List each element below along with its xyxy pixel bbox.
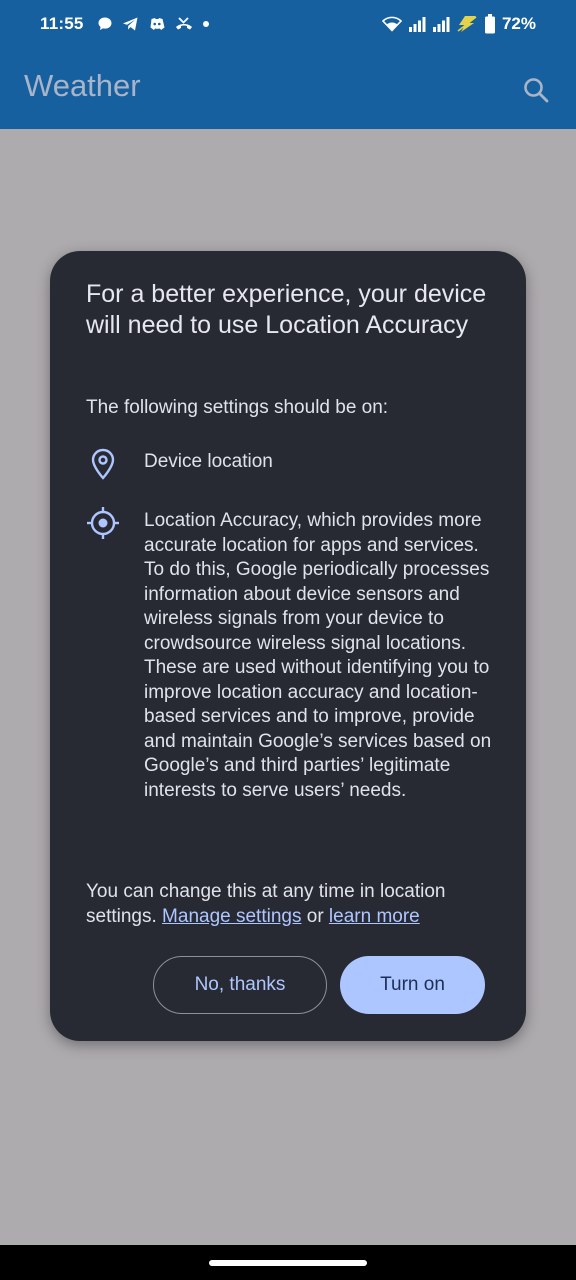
status-time: 11:55	[40, 14, 84, 33]
device-location-item: Device location	[144, 451, 273, 472]
notification-icons	[97, 13, 210, 35]
manage-settings-link[interactable]: Manage settings	[162, 906, 301, 927]
dialog-subtitle: The following settings should be on:	[86, 397, 389, 418]
location-accuracy-dialog: For a better experience, your device wil…	[50, 251, 526, 1041]
location-target-icon	[86, 506, 120, 540]
search-icon	[524, 78, 549, 103]
search-button[interactable]	[516, 70, 556, 110]
signal-icon	[408, 17, 426, 32]
battery-percentage: 72%	[501, 14, 536, 33]
app-bar: Weather	[0, 48, 576, 129]
learn-more-link[interactable]: learn more	[329, 906, 420, 927]
chat-bubble-icon	[98, 17, 112, 30]
home-gesture-handle[interactable]	[209, 1260, 367, 1266]
telegram-icon	[123, 17, 138, 31]
missed-call-icon	[176, 17, 192, 30]
dot-icon	[203, 21, 209, 27]
wifi-icon	[381, 16, 402, 32]
signal-icon	[432, 17, 450, 32]
footer-or: or	[301, 906, 329, 927]
location-accuracy-item: Location Accuracy, which provides more a…	[144, 510, 492, 801]
status-bar: 11:55 72%	[0, 0, 576, 48]
flash-icon	[457, 16, 477, 32]
turn-on-button[interactable]: Turn on	[340, 956, 485, 1014]
location-pin-icon	[86, 447, 120, 481]
dialog-footer: You can change this at any time in locat…	[86, 879, 496, 929]
discord-icon	[150, 17, 165, 30]
app-title: Weather	[24, 68, 141, 103]
dialog-title: For a better experience, your device wil…	[86, 280, 487, 339]
system-icons: 72%	[381, 12, 536, 36]
navigation-bar	[0, 1245, 576, 1280]
battery-icon	[484, 14, 495, 34]
no-thanks-button[interactable]: No, thanks	[153, 956, 327, 1014]
